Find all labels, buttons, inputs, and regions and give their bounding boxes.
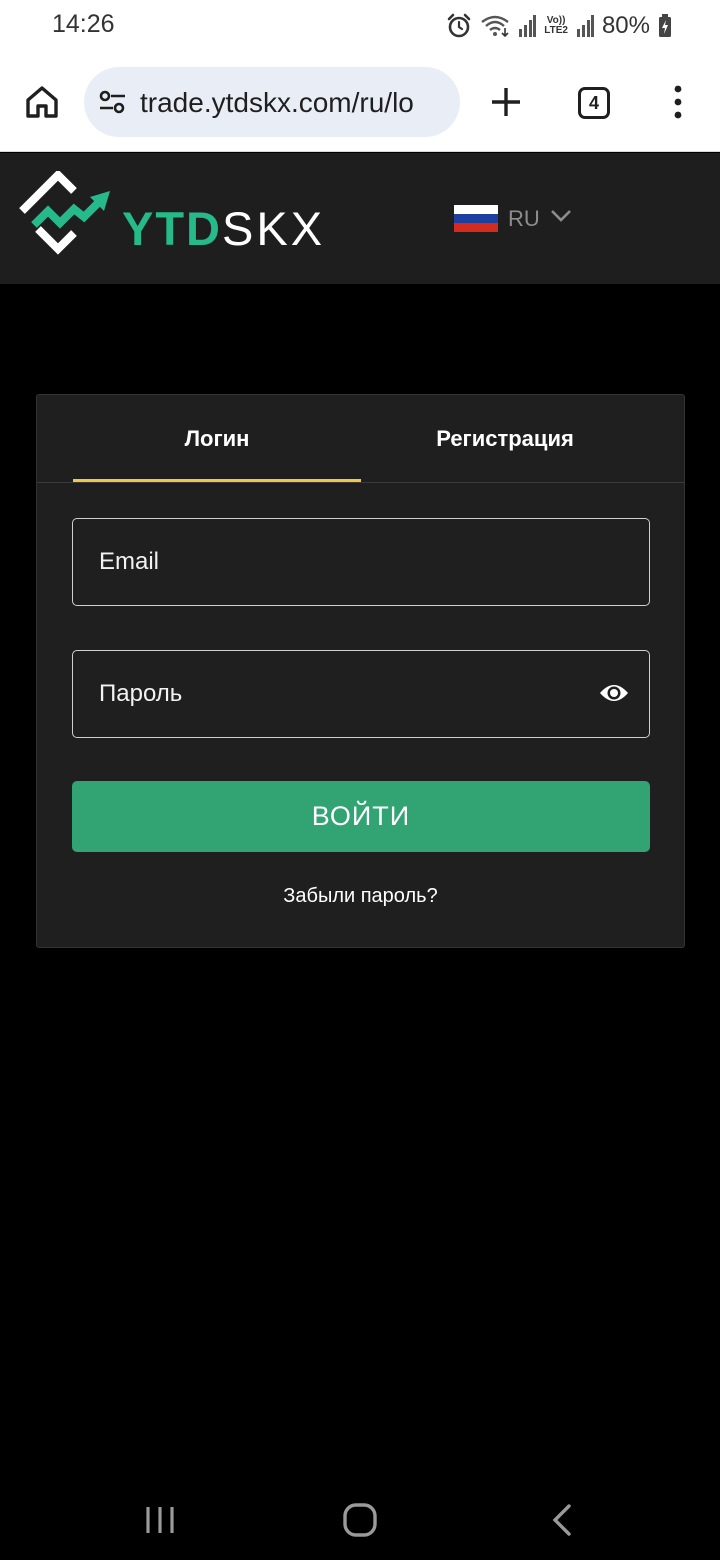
active-tab-indicator (73, 479, 361, 482)
battery-charging-icon (658, 14, 672, 38)
signal-icon (576, 15, 594, 37)
browser-toolbar: trade.ytdskx.com/ru/lo 4 (0, 54, 720, 152)
auth-tabs: Логин Регистрация (37, 395, 684, 483)
language-selector[interactable]: RU (454, 205, 572, 232)
site-settings-icon[interactable] (98, 89, 128, 120)
lte-label: Vo)) LTE2 (544, 15, 568, 36)
tab-switcher-button[interactable]: 4 (578, 87, 610, 119)
auth-card: Логин Регистрация ВОЙТИ Забыли пароль? (36, 394, 685, 948)
status-time: 14:26 (52, 10, 115, 38)
chevron-down-icon (550, 209, 572, 228)
email-input[interactable] (73, 519, 649, 605)
plus-icon[interactable] (489, 85, 523, 119)
email-field[interactable] (72, 518, 650, 606)
url-text[interactable]: trade.ytdskx.com/ru/lo (140, 87, 414, 119)
home-icon[interactable] (22, 82, 62, 122)
wifi-icon (480, 14, 510, 38)
tab-login[interactable]: Логин (73, 395, 361, 483)
status-bar: 14:26 Vo)) LTE2 80% (0, 0, 720, 54)
address-bar[interactable]: trade.ytdskx.com/ru/lo (84, 67, 460, 137)
recents-icon[interactable] (144, 1505, 176, 1540)
alarm-icon (446, 13, 472, 39)
login-button[interactable]: ВОЙТИ (72, 781, 650, 852)
logo-mark-icon (19, 171, 110, 255)
battery-percent: 80% (601, 12, 650, 39)
language-code: RU (508, 205, 540, 231)
password-input[interactable] (73, 651, 649, 737)
russia-flag-icon (454, 205, 498, 232)
more-vert-icon[interactable] (662, 84, 694, 120)
site-header: YTDSKX RU (0, 153, 720, 284)
back-icon[interactable] (550, 1503, 574, 1542)
site-logo[interactable]: YTDSKX (18, 171, 358, 261)
status-icons: Vo)) LTE2 80% (446, 10, 672, 42)
system-nav-bar (0, 1480, 720, 1560)
forgot-password-link[interactable]: Забыли пароль? (37, 885, 684, 908)
logo-wordmark: YTDSKX (122, 202, 326, 255)
eye-icon[interactable] (599, 681, 629, 705)
password-field[interactable] (72, 650, 650, 738)
tab-register[interactable]: Регистрация (361, 395, 649, 483)
home-circle-icon[interactable] (342, 1502, 378, 1543)
signal-icon (518, 15, 537, 37)
